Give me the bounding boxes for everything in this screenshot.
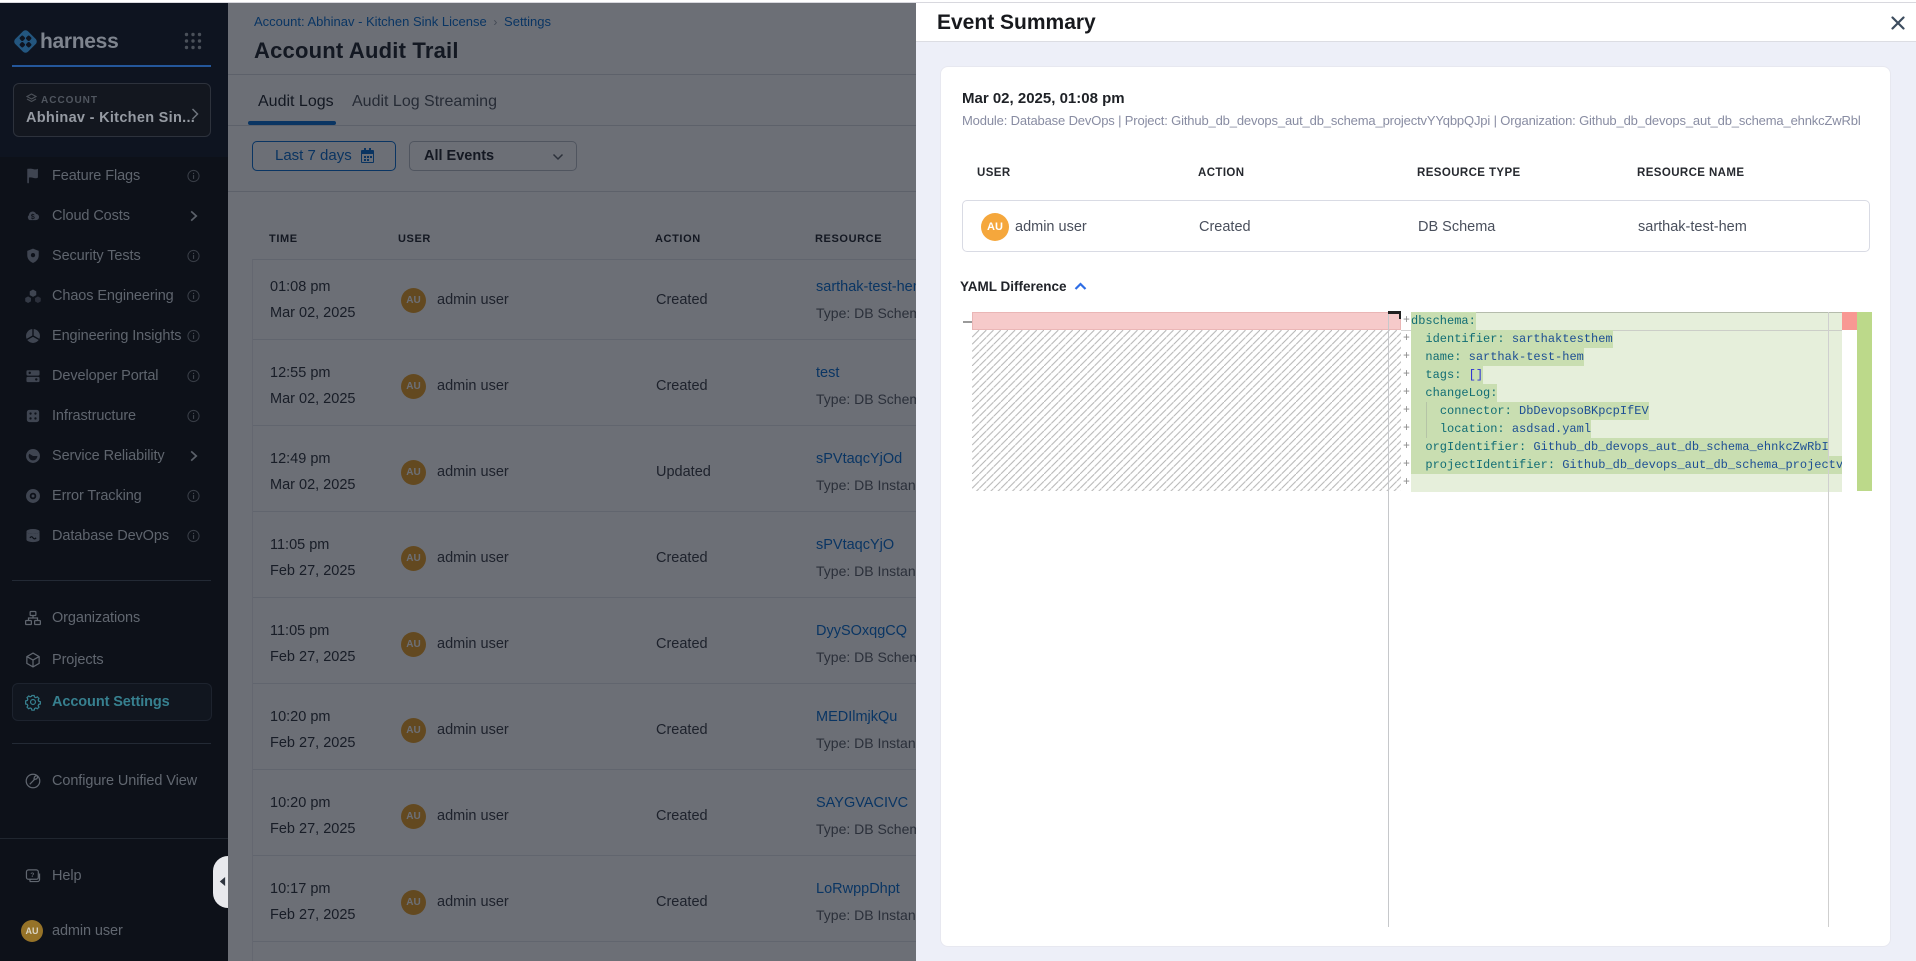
svg-text:$: $ (31, 214, 35, 221)
svg-text:?: ? (30, 872, 34, 879)
